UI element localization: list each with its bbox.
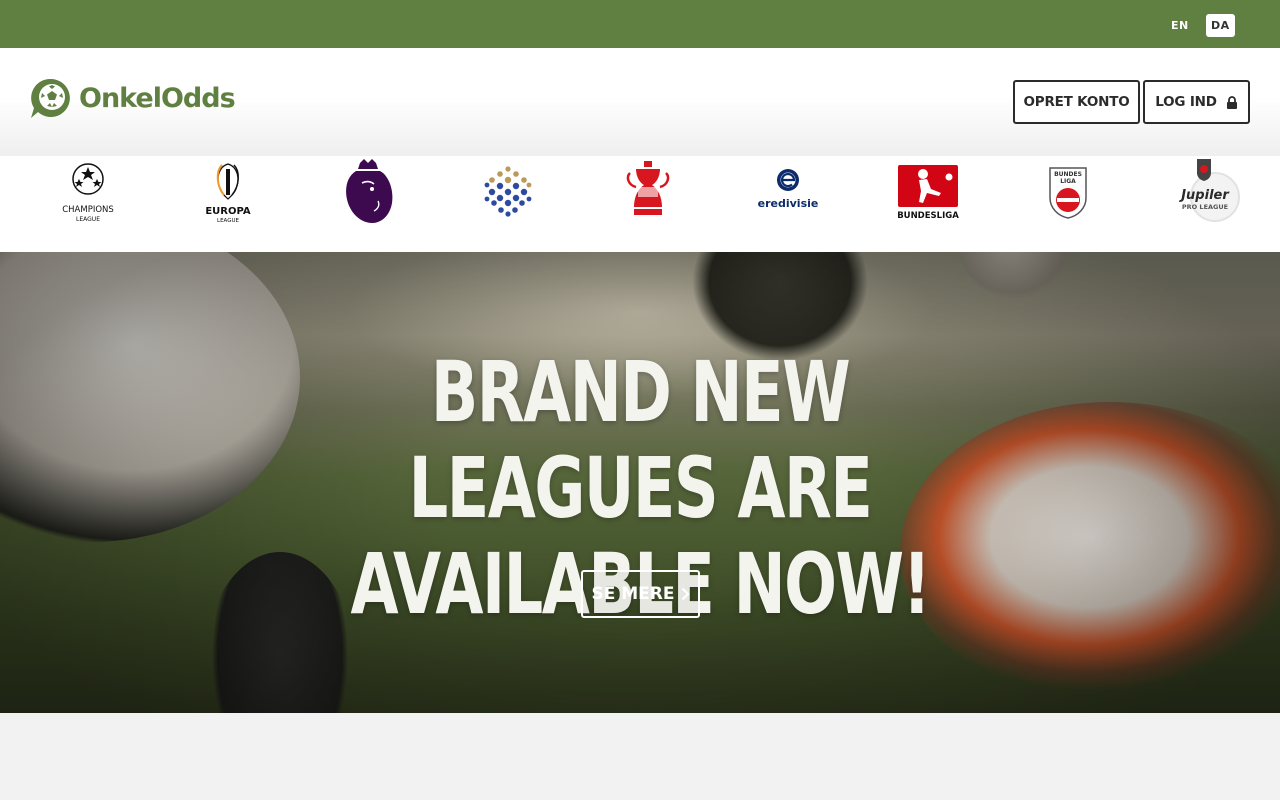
language-en-button[interactable]: EN [1166, 14, 1194, 37]
brand-logo[interactable]: OnkelOdds [30, 77, 236, 119]
page-content-area [0, 713, 1280, 800]
austrian-bundesliga-shield-icon: BUNDES LIGA [1049, 167, 1087, 219]
league-fa-cup[interactable] [578, 156, 718, 228]
league-europa-league[interactable]: EUROPA LEAGUE [158, 156, 298, 228]
site-header: OnkelOdds OPRET KONTO LOG IND [0, 48, 1280, 156]
league-eredivisie[interactable]: eredivisie [718, 156, 858, 228]
login-label: LOG IND [1155, 94, 1217, 110]
league-superliga[interactable] [438, 156, 578, 228]
league-premier-league[interactable] [298, 156, 438, 228]
brand-name: OnkelOdds [79, 82, 236, 114]
europa-league-line1: EUROPA [205, 206, 251, 217]
bundesliga-wordmark: BUNDESLIGA [897, 211, 959, 221]
language-bar: EN DA [0, 0, 1280, 48]
superliga-dots-icon [484, 166, 532, 217]
champions-league-line1: CHAMPIONS [62, 205, 114, 215]
create-account-label: OPRET KONTO [1023, 94, 1130, 110]
eredivisie-logo: eredivisie [758, 169, 819, 210]
see-more-button[interactable]: SE MERE [581, 570, 700, 618]
soccer-ball-icon [31, 78, 70, 118]
bundesliga-logo: BUNDESLIGA [897, 165, 959, 221]
eredivisie-wordmark: eredivisie [758, 197, 819, 210]
lock-icon [1226, 95, 1237, 109]
login-button[interactable]: LOG IND [1143, 80, 1250, 124]
europa-league-line2: LEAGUE [217, 218, 239, 224]
league-logo-strip: CHAMPIONS LEAGUE EUROPA LEAGUE eredivisi… [0, 156, 1280, 252]
hero-headline-line1: BRAND NEW LEAGUES ARE [408, 343, 873, 537]
hero-banner: BRAND NEW LEAGUES ARE AVAILABLE NOW! SE … [0, 252, 1280, 713]
champions-league-line2: LEAGUE [76, 216, 100, 223]
austrian-bundesliga-line2: LIGA [1060, 178, 1076, 185]
jupiler-subline: PRO LEAGUE [1182, 203, 1228, 211]
league-champions-league[interactable]: CHAMPIONS LEAGUE [18, 156, 158, 228]
jupiler-pro-league-logo: Jupiler PRO LEAGUE [1178, 159, 1240, 222]
league-jupiler-pro-league[interactable]: Jupiler PRO LEAGUE [1136, 156, 1276, 228]
champions-league-starball-icon: CHAMPIONS LEAGUE [62, 163, 114, 223]
fa-cup-trophy-icon [626, 161, 670, 215]
league-austrian-bundesliga[interactable]: BUNDES LIGA [998, 156, 1138, 228]
league-bundesliga[interactable]: BUNDESLIGA [858, 156, 998, 228]
jupiler-wordmark: Jupiler [1178, 188, 1230, 203]
see-more-label: SE MERE [591, 584, 675, 604]
chevron-right-icon [681, 587, 690, 601]
language-da-button[interactable]: DA [1206, 14, 1235, 37]
premier-league-lion-icon [346, 159, 393, 223]
austrian-bundesliga-line1: BUNDES [1054, 171, 1082, 178]
europa-league-trophy-icon: EUROPA LEAGUE [205, 163, 251, 224]
create-account-button[interactable]: OPRET KONTO [1013, 80, 1140, 124]
